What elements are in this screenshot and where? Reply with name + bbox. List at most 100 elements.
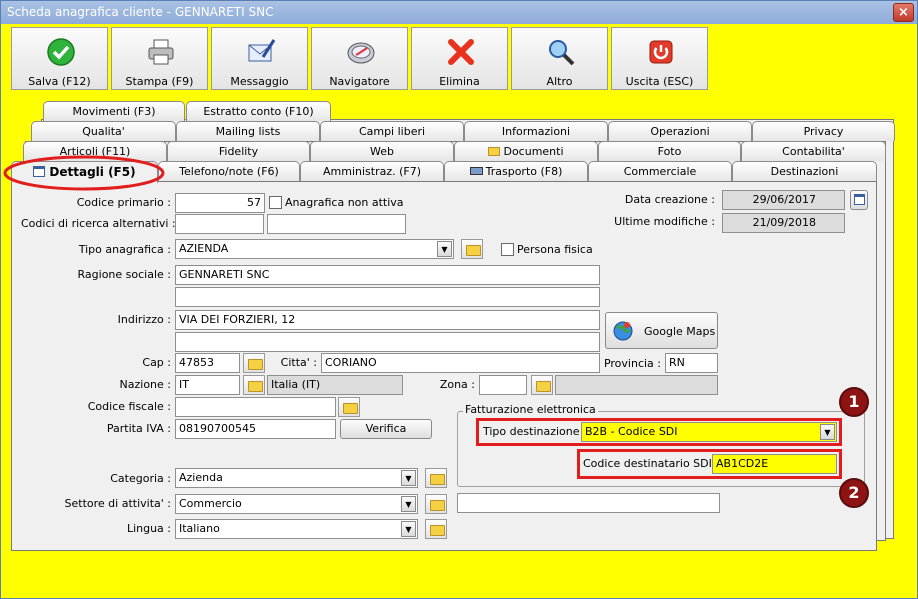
- provincia-field[interactable]: RN: [665, 353, 718, 373]
- lingua-value: Italiano: [179, 522, 220, 535]
- codice-fiscale-field[interactable]: [175, 397, 336, 417]
- settore-folder-button[interactable]: [425, 494, 447, 514]
- persona-fisica-checkbox[interactable]: [501, 243, 514, 256]
- ragione-sociale-field-2[interactable]: [175, 287, 600, 307]
- zona-description: [555, 375, 718, 395]
- chevron-down-icon[interactable]: ▼: [401, 470, 416, 486]
- save-label: Salva (F12): [28, 75, 91, 88]
- tipo-destinazione-select[interactable]: B2B - Codice SDI ▼: [581, 422, 837, 442]
- print-label: Stampa (F9): [125, 75, 194, 88]
- codice-fiscale-folder-button[interactable]: [338, 397, 360, 417]
- tab-estratto-conto[interactable]: Estratto conto (F10): [186, 101, 331, 121]
- more-label: Altro: [546, 75, 573, 88]
- close-button[interactable]: ×: [893, 3, 914, 22]
- anagrafica-non-attiva-checkbox[interactable]: [269, 196, 282, 209]
- tab-documenti-label: Documenti: [503, 145, 564, 158]
- tab-trasporto[interactable]: Trasporto (F8): [444, 161, 588, 181]
- message-button[interactable]: Messaggio: [211, 27, 308, 90]
- codice-sdi-label: Codice destinatario SDI :: [583, 457, 720, 470]
- codici-ricerca-field-2[interactable]: [267, 214, 406, 234]
- lingua-label: Lingua :: [126, 522, 171, 535]
- check-icon: [47, 38, 75, 66]
- tab-contabilita[interactable]: Contabilita': [741, 141, 886, 161]
- tipo-destinazione-label: Tipo destinazione :: [483, 425, 587, 438]
- settore-select[interactable]: Commercio ▼: [175, 494, 418, 514]
- codice-sdi-field[interactable]: AB1CD2E: [712, 454, 837, 474]
- exit-button[interactable]: Uscita (ESC): [611, 27, 708, 90]
- codice-primario-label: Codice primario :: [76, 196, 171, 209]
- tab-trasporto-label: Trasporto (F8): [485, 165, 563, 178]
- cap-field[interactable]: 47853: [175, 353, 240, 373]
- partita-iva-label: Partita IVA :: [106, 422, 171, 435]
- verifica-button[interactable]: Verifica: [340, 419, 432, 439]
- indirizzo-field[interactable]: VIA DEI FORZIERI, 12: [175, 310, 600, 330]
- tab-foto[interactable]: Foto: [598, 141, 741, 161]
- data-creazione-field: 29/06/2017: [722, 190, 845, 210]
- tab-destinazioni[interactable]: Destinazioni: [732, 161, 877, 181]
- tab-qualita[interactable]: Qualita': [31, 121, 176, 141]
- categoria-label: Categoria :: [110, 472, 171, 485]
- nazione-folder-button[interactable]: [243, 375, 265, 395]
- zona-field[interactable]: [479, 375, 527, 395]
- message-label: Messaggio: [230, 75, 289, 88]
- chevron-down-icon[interactable]: ▼: [401, 496, 416, 512]
- codice-primario-field[interactable]: 57: [175, 193, 265, 213]
- fatturazione-title: Fatturazione elettronica: [463, 401, 598, 419]
- tab-mailing-lists[interactable]: Mailing lists: [176, 121, 320, 141]
- lingua-folder-button[interactable]: [425, 519, 447, 539]
- customer-window: Scheda anagrafica cliente - GENNARETI SN…: [0, 0, 918, 599]
- print-button[interactable]: Stampa (F9): [111, 27, 208, 90]
- navigator-button[interactable]: Navigatore: [311, 27, 408, 90]
- tab-privacy[interactable]: Privacy: [752, 121, 895, 141]
- annotation-badge-1: 1: [839, 387, 869, 417]
- codici-ricerca-field-1[interactable]: [175, 214, 264, 234]
- highlight-ellipse: [3, 155, 165, 191]
- partita-iva-field[interactable]: 08190700545: [175, 419, 336, 439]
- compass-icon: [347, 42, 375, 64]
- tab-operazioni[interactable]: Operazioni: [608, 121, 752, 141]
- tab-amministrazione[interactable]: Amministraz. (F7): [300, 161, 444, 181]
- categoria-select[interactable]: Azienda ▼: [175, 468, 418, 488]
- calendar-icon: [854, 194, 865, 205]
- delete-button[interactable]: Elimina: [411, 27, 508, 90]
- chevron-down-icon[interactable]: ▼: [437, 241, 452, 257]
- nazione-description: Italia (IT): [267, 375, 403, 395]
- printer-icon: [148, 39, 174, 65]
- calendar-button[interactable]: [850, 190, 868, 210]
- zona-folder-button[interactable]: [531, 375, 553, 395]
- globe-icon: [613, 321, 633, 341]
- tab-campi-liberi[interactable]: Campi liberi: [320, 121, 464, 141]
- tipo-anagrafica-folder-button[interactable]: [461, 239, 483, 259]
- settore-label: Settore di attivita' :: [64, 497, 171, 510]
- tab-documenti[interactable]: Documenti: [454, 141, 598, 161]
- tab-fidelity[interactable]: Fidelity: [167, 141, 310, 161]
- categoria-folder-button[interactable]: [425, 468, 447, 488]
- navigator-label: Navigatore: [329, 75, 390, 88]
- settore-extra-field[interactable]: [457, 493, 720, 513]
- chevron-down-icon[interactable]: ▼: [401, 521, 416, 537]
- tab-movimenti[interactable]: Movimenti (F3): [43, 101, 185, 121]
- tab-informazioni[interactable]: Informazioni: [464, 121, 608, 141]
- indirizzo-field-2[interactable]: [175, 332, 600, 352]
- chevron-down-icon[interactable]: ▼: [820, 424, 835, 440]
- window-title: Scheda anagrafica cliente - GENNARETI SN…: [7, 5, 274, 19]
- cap-folder-button[interactable]: [243, 353, 265, 373]
- indirizzo-label: Indirizzo :: [117, 313, 171, 326]
- nazione-field[interactable]: IT: [175, 375, 240, 395]
- more-button[interactable]: Altro: [511, 27, 608, 90]
- tab-telefono-note[interactable]: Telefono/note (F6): [158, 161, 300, 181]
- save-button[interactable]: Salva (F12): [11, 27, 108, 90]
- tab-web[interactable]: Web: [310, 141, 454, 161]
- tipo-anagrafica-label: Tipo anagrafica :: [78, 243, 171, 256]
- ragione-sociale-field[interactable]: GENNARETI SNC: [175, 265, 600, 285]
- tipo-anagrafica-value: AZIENDA: [179, 242, 229, 255]
- folder-icon: [488, 147, 501, 156]
- delete-icon: [448, 39, 474, 65]
- codice-fiscale-label: Codice fiscale :: [87, 400, 171, 413]
- lingua-select[interactable]: Italiano ▼: [175, 519, 418, 539]
- google-maps-button[interactable]: Google Maps: [605, 312, 718, 349]
- tipo-anagrafica-select[interactable]: AZIENDA ▼: [175, 239, 454, 259]
- citta-field[interactable]: CORIANO: [321, 353, 600, 373]
- annotation-badge-2: 2: [839, 478, 869, 508]
- tab-commerciale[interactable]: Commerciale: [588, 161, 732, 181]
